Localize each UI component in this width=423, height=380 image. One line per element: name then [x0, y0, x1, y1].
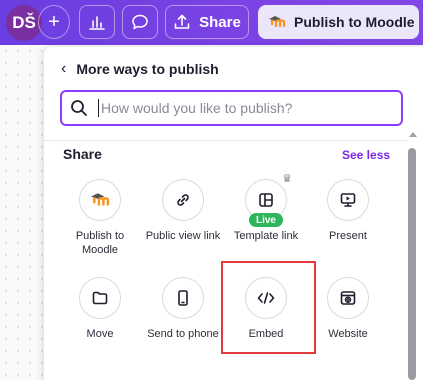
publish-to-moodle-button[interactable]: Publish to Moodle — [258, 5, 419, 39]
website-option[interactable]: Website — [308, 277, 388, 341]
comment-button[interactable] — [122, 5, 158, 39]
option-label: Website — [328, 328, 368, 340]
live-badge: Live — [249, 213, 283, 227]
back-button[interactable]: ‹ More ways to publish — [61, 60, 219, 78]
template-link-option[interactable]: ♛ Live Template link — [226, 173, 306, 243]
text-caret — [98, 99, 99, 117]
option-label: Publish to Moodle — [75, 230, 125, 256]
share-label: Share — [199, 13, 241, 31]
insights-button[interactable] — [79, 5, 115, 39]
scrollbar[interactable] — [408, 132, 417, 380]
moodle-icon — [79, 179, 121, 221]
present-option[interactable]: Present — [308, 179, 388, 243]
option-label: Present — [329, 230, 367, 242]
move-option[interactable]: Move — [60, 277, 140, 341]
website-icon — [327, 277, 369, 319]
chevron-left-icon: ‹ — [61, 60, 67, 77]
add-collaborator-button[interactable]: + — [38, 5, 70, 39]
comment-icon — [132, 14, 148, 30]
option-label: Template link — [233, 230, 299, 242]
embed-highlight-box — [221, 261, 316, 354]
publish-to-moodle-option[interactable]: Publish to Moodle — [60, 179, 140, 257]
publish-label: Publish to Moodle — [294, 14, 415, 30]
search-icon — [71, 100, 87, 116]
option-label: Move — [86, 328, 114, 340]
panel-title: More ways to publish — [76, 61, 219, 77]
divider — [44, 140, 407, 141]
search-input[interactable]: How would you like to publish? — [60, 90, 403, 126]
section-title: Share — [63, 146, 102, 162]
plus-icon: + — [48, 10, 60, 33]
upload-icon — [174, 14, 190, 29]
present-icon — [327, 179, 369, 221]
top-toolbar: DŠ + Share Publish to Moodle — [0, 0, 423, 45]
crown-icon: ♛ — [282, 173, 292, 185]
see-less-link[interactable]: See less — [342, 148, 390, 162]
avatar[interactable]: DŠ — [6, 5, 42, 41]
template-icon: ♛ Live — [245, 173, 292, 227]
option-label: Public view link — [145, 230, 221, 242]
scroll-up-arrow[interactable] — [409, 132, 417, 137]
send-to-phone-option[interactable]: Send to phone — [143, 277, 223, 341]
phone-icon — [162, 277, 204, 319]
share-button[interactable]: Share — [165, 5, 249, 39]
moodle-icon — [269, 16, 286, 28]
scrollbar-thumb[interactable] — [408, 148, 416, 380]
folder-icon — [79, 277, 121, 319]
link-icon — [162, 179, 204, 221]
bar-chart-icon — [89, 16, 105, 30]
public-view-link-option[interactable]: Public view link — [143, 179, 223, 243]
option-label: Send to phone — [147, 328, 219, 340]
search-placeholder: How would you like to publish? — [101, 100, 293, 116]
